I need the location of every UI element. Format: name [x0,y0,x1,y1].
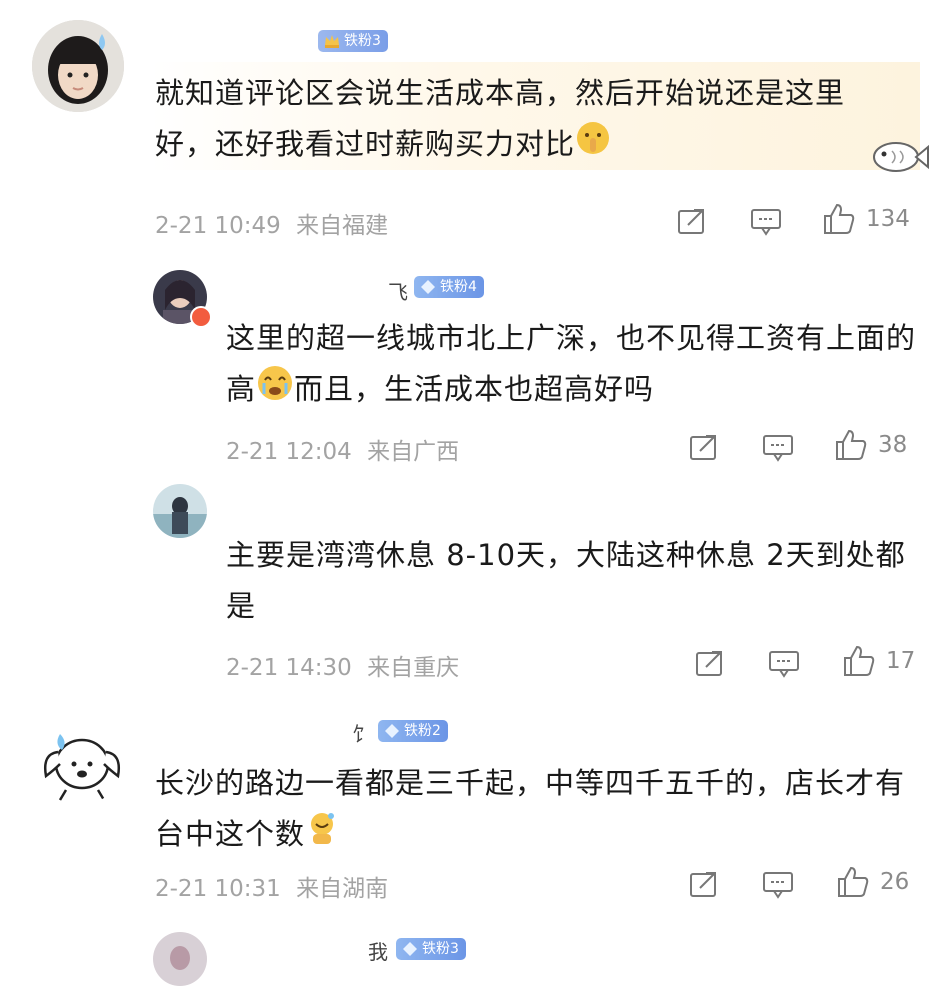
like-icon [824,203,855,234]
avatar[interactable] [153,484,207,538]
comment-text: 就知道评论区会说生活成本高，然后开始说还是这里好，还好我看过时薪购买力对比 [155,68,895,172]
share-icon [690,435,716,460]
diamond-icon [420,279,436,302]
shush-emoji-icon [575,120,611,172]
share-button[interactable] [676,206,708,236]
sweat-smile-emoji-icon [305,810,339,862]
timestamp: 2-21 14:30 [226,655,352,681]
like-icon [836,429,867,460]
location: 来自福建 [296,213,389,239]
comment-icon [769,651,799,678]
avatar[interactable] [32,20,124,112]
comment-meta: 2-21 14:30 来自重庆 [226,648,459,682]
like-count: 17 [886,648,916,674]
like-icon [844,645,875,676]
share-button[interactable] [688,432,720,462]
reply-text: 这里的超一线城市北上广深，也不见得工资有上面的高 而且，生活成本也超高好吗 [226,313,926,418]
badge-label: 铁粉2 [404,723,441,739]
location: 来自湖南 [296,876,389,902]
verified-dot-icon [190,306,212,328]
timestamp: 2-21 10:49 [155,213,281,239]
fan-level-badge: 铁粉3 [318,30,388,52]
fan-level-badge: 铁粉3 [396,938,466,960]
location: 来自广西 [367,439,460,465]
like-button[interactable]: 134 [822,202,910,236]
comment-icon [763,435,793,462]
reply-text-content-end: 而且，生活成本也超高好吗 [294,372,655,406]
comment-text-content: 就知道评论区会说生活成本高，然后开始说还是这里好，还好我看过时薪购买力对比 [155,76,846,161]
like-button[interactable]: 26 [836,865,909,899]
fan-level-badge: 铁粉4 [414,276,484,298]
share-icon [696,651,722,676]
share-icon [678,209,704,234]
badge-label: 铁粉3 [422,941,459,957]
badge-label: 铁粉4 [440,279,477,295]
reply-button[interactable] [750,206,782,236]
share-button[interactable] [688,869,720,899]
comment-text-content: 长沙的路边一看都是三千起，中等四千五千的，店长才有台中这个数 [155,766,906,851]
reply-button[interactable] [768,648,800,678]
timestamp: 2-21 12:04 [226,439,352,465]
timestamp: 2-21 10:31 [155,876,281,902]
share-button[interactable] [694,648,726,678]
like-button[interactable]: 38 [834,428,907,462]
username-fragment[interactable]: 飞 [388,276,408,305]
reply-button[interactable] [762,869,794,899]
crown-icon [324,33,340,56]
comment-text: 长沙的路边一看都是三千起，中等四千五千的，店长才有台中这个数 [155,758,925,862]
avatar[interactable] [153,932,207,986]
reply-text-content: 主要是湾湾休息 8-10天，大陆这种休息 2天到处都是 [226,538,906,623]
like-count: 134 [866,206,910,232]
like-icon [838,866,869,897]
reply-text: 主要是湾湾休息 8-10天，大陆这种休息 2天到处都是 [226,530,916,632]
comment-meta: 2-21 10:31 来自湖南 [155,869,388,903]
fish-decoration-icon [868,135,930,183]
username-fragment[interactable]: 饣 [352,718,372,747]
like-count: 38 [878,432,908,458]
like-count: 26 [880,869,910,895]
comment-icon [751,209,781,236]
diamond-icon [384,723,400,746]
avatar[interactable] [32,714,124,806]
badge-label: 铁粉3 [344,33,381,49]
comment-meta: 2-21 10:49 来自福建 [155,206,388,240]
comment-meta: 2-21 12:04 来自广西 [226,432,459,466]
location: 来自重庆 [367,655,460,681]
share-icon [690,872,716,897]
fan-level-badge: 铁粉2 [378,720,448,742]
comment-icon [763,872,793,899]
like-button[interactable]: 17 [842,644,915,678]
crying-emoji-icon [256,364,294,418]
reply-button[interactable] [762,432,794,462]
